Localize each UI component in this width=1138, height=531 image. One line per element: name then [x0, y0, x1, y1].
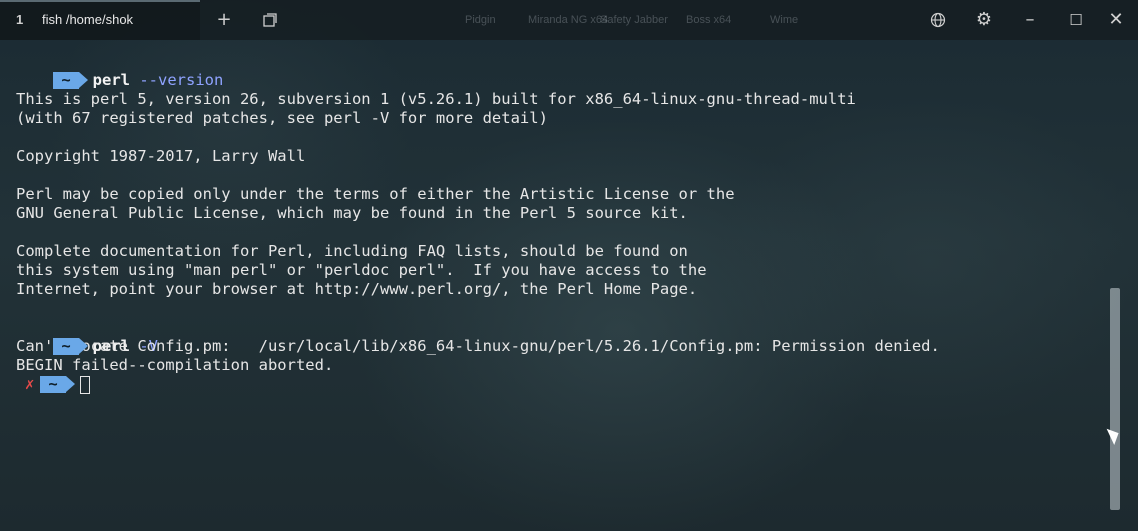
- output-line: Internet, point your browser at http://w…: [16, 280, 698, 298]
- globe-icon: [930, 12, 946, 28]
- tabs-icon: [263, 13, 277, 27]
- title-bar: 1 fish /home/shok + Pidgin Miranda NG x6…: [0, 0, 1138, 40]
- error-status-icon: ✗: [25, 375, 35, 393]
- output-line: GNU General Public License, which may be…: [16, 204, 688, 222]
- tab-fish[interactable]: 1 fish /home/shok: [0, 0, 200, 40]
- gear-icon: ⚙: [975, 9, 993, 30]
- prompt-line: ~ perl -V: [16, 318, 1101, 355]
- bg-label: Wime: [770, 14, 799, 26]
- output-line: Copyright 1987-2017, Larry Wall: [16, 147, 306, 165]
- bg-label: Miranda NG x64: [528, 14, 609, 26]
- error-line: Can't locate Config.pm: /usr/local/lib/x…: [16, 337, 940, 355]
- tab-index: 1: [16, 12, 24, 27]
- command-args: --version: [139, 71, 224, 89]
- error-line: BEGIN failed--compilation aborted.: [16, 356, 334, 374]
- bg-label: Pidgin: [465, 14, 496, 26]
- minimize-icon: –: [1025, 9, 1035, 30]
- terminal-output[interactable]: ~ perl --version This is perl 5, version …: [16, 52, 1101, 522]
- language-button[interactable]: [920, 6, 956, 34]
- plus-icon: +: [216, 9, 232, 30]
- close-button[interactable]: ✕: [1098, 6, 1134, 34]
- text-cursor[interactable]: [79, 376, 90, 394]
- prompt-badge: ~: [40, 376, 76, 393]
- output-line: (with 67 registered patches, see perl -V…: [16, 109, 548, 127]
- output-line: This is perl 5, version 26, subversion 1…: [16, 90, 856, 108]
- tab-title: fish /home/shok: [42, 12, 134, 27]
- settings-button[interactable]: ⚙: [966, 6, 1002, 34]
- prompt-badge: ~: [53, 72, 89, 89]
- output-line: this system using "man perl" or "perldoc…: [16, 261, 707, 279]
- output-line: Perl may be copied only under the terms …: [16, 185, 735, 203]
- prompt-line: ~ perl --version: [16, 52, 1101, 89]
- output-line: Complete documentation for Perl, includi…: [16, 242, 688, 260]
- minimize-button[interactable]: –: [1012, 6, 1048, 34]
- close-icon: ✕: [1108, 9, 1124, 30]
- bg-label: Boss x64: [686, 14, 732, 26]
- scrollbar-thumb[interactable]: [1110, 288, 1120, 510]
- maximize-icon: ☐: [1069, 11, 1083, 29]
- bg-label: Safety Jabber: [600, 14, 668, 26]
- tab-switcher-button[interactable]: [252, 6, 288, 34]
- prompt-line: ✗ ~: [16, 375, 1101, 394]
- maximize-button[interactable]: ☐: [1058, 6, 1094, 34]
- new-tab-button[interactable]: +: [206, 6, 242, 34]
- prompt-badge: ~: [53, 338, 89, 355]
- command-name: perl: [92, 71, 130, 89]
